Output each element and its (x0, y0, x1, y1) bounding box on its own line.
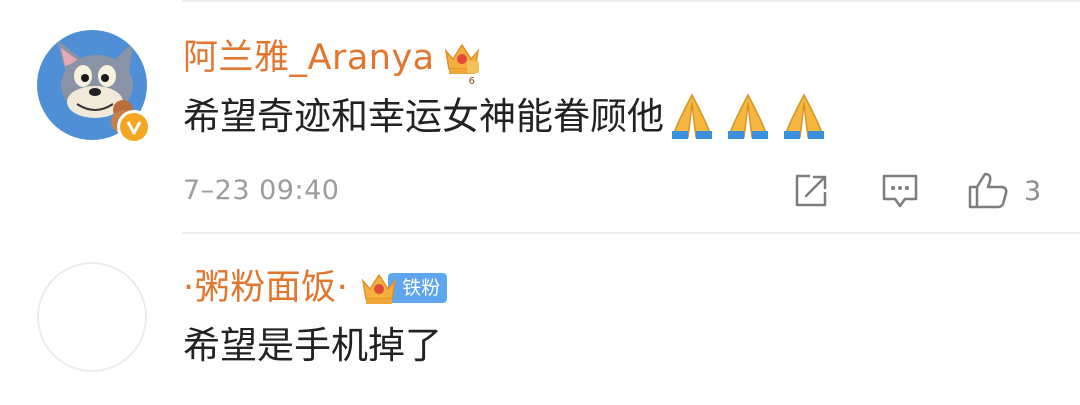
avatar[interactable] (37, 262, 147, 372)
crown-icon: 7 (360, 269, 398, 318)
username[interactable]: ·粥粉面饭· 7 铁粉 (183, 266, 448, 318)
comment-timestamp: 7–23 09:40 (183, 175, 340, 206)
avatar[interactable] (37, 30, 151, 144)
avatar-image (37, 262, 147, 372)
comment-list: 阿兰雅_Aranya 6 希望奇迹和幸运女神能眷顾他 7–23 09:40 3 … (0, 0, 1080, 405)
crown-level: 7 (384, 307, 391, 318)
username-text: ·粥粉面饭· (183, 268, 349, 308)
comment-text: 希望奇迹和幸运女神能眷顾他 (183, 92, 830, 142)
comment-text: 希望是手机掉了 (183, 321, 442, 371)
praying-hands-icon (666, 93, 718, 141)
comment-body: 希望是手机掉了 (183, 324, 442, 367)
thumbs-up-icon[interactable] (966, 170, 1010, 210)
crown-icon: 6 (443, 39, 481, 87)
praying-hands-icon (722, 93, 774, 141)
comment-icon[interactable] (880, 172, 920, 210)
fan-badge: 7 铁粉 (360, 269, 448, 318)
share-icon[interactable] (792, 172, 830, 210)
comment-divider (182, 232, 1080, 234)
comment-body: 希望奇迹和幸运女神能眷顾他 (183, 95, 664, 138)
praying-hands-icon (778, 93, 830, 141)
verified-v-icon (117, 110, 151, 144)
like-count: 3 (1024, 176, 1042, 207)
username-text: 阿兰雅_Aranya (183, 38, 435, 78)
username[interactable]: 阿兰雅_Aranya 6 (183, 36, 481, 87)
top-divider (182, 0, 1080, 2)
